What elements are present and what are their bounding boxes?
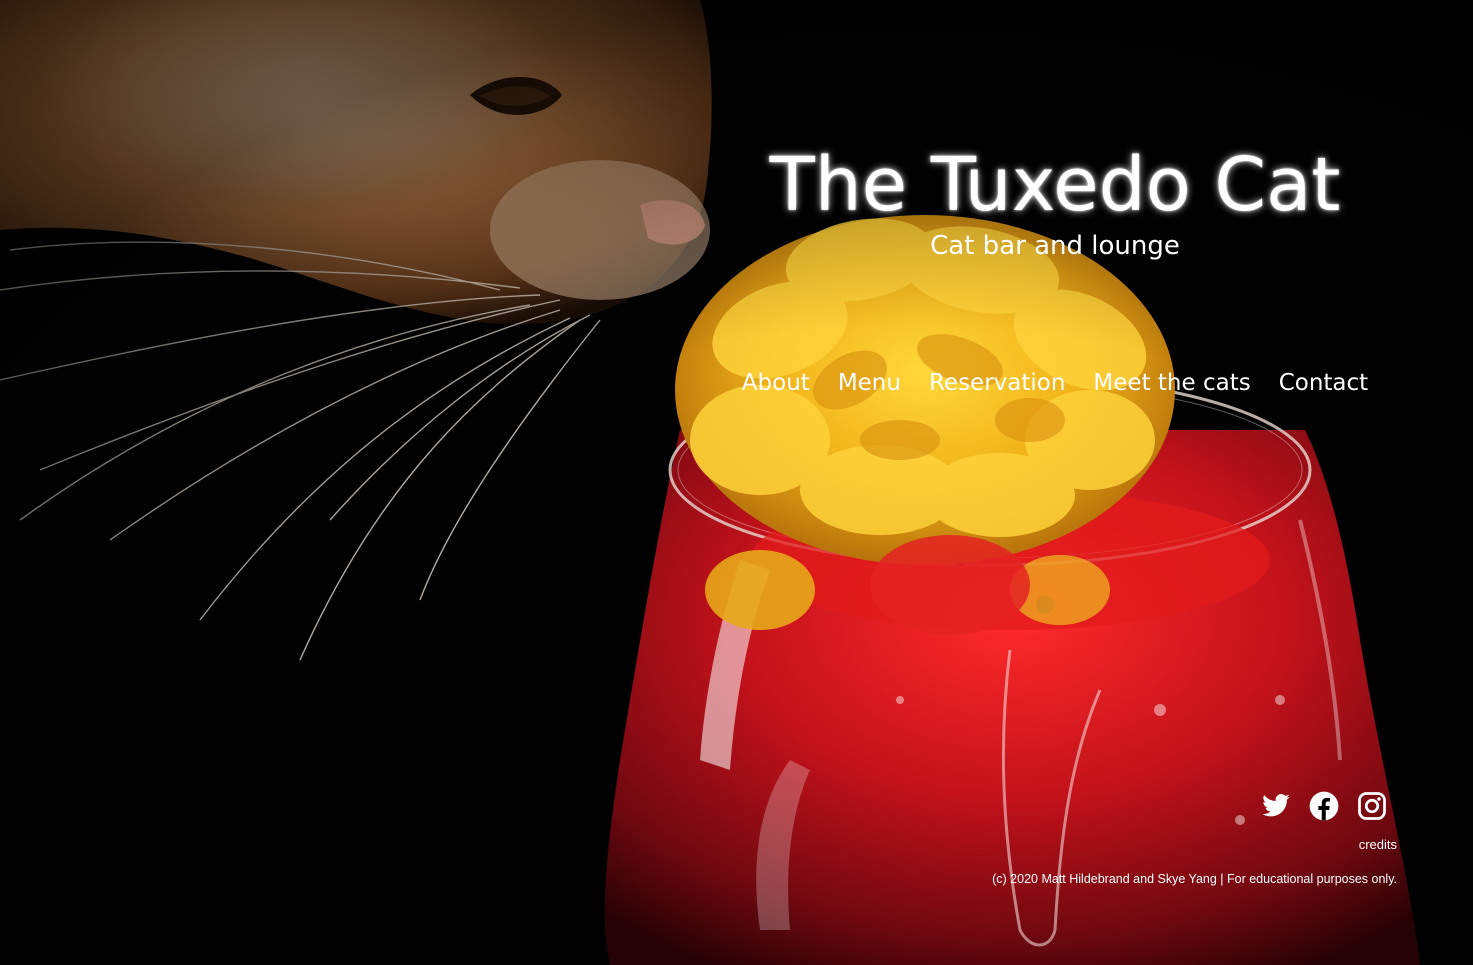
facebook-icon[interactable] — [1309, 791, 1339, 821]
facebook-icon-glyph — [1309, 791, 1339, 821]
nav-link-menu[interactable]: Menu — [838, 366, 901, 400]
site-title: The Tuxedo Cat — [769, 142, 1341, 228]
copyright-text: (c) 2020 Matt Hildebrand and Skye Yang |… — [992, 872, 1397, 886]
nav-link-reservation[interactable]: Reservation — [929, 366, 1065, 400]
main-nav: About Menu Reservation Meet the cats Con… — [740, 366, 1370, 400]
instagram-icon-glyph — [1358, 792, 1386, 820]
social-links — [1261, 791, 1387, 821]
nav-link-contact[interactable]: Contact — [1279, 366, 1368, 400]
site-tagline: Cat bar and lounge — [930, 231, 1180, 261]
credits-link[interactable]: credits — [1359, 836, 1397, 854]
nav-link-meet-the-cats[interactable]: Meet the cats — [1093, 366, 1250, 400]
instagram-icon[interactable] — [1357, 791, 1387, 821]
twitter-icon-glyph — [1262, 794, 1290, 817]
nav-link-about[interactable]: About — [742, 366, 810, 400]
twitter-icon[interactable] — [1261, 791, 1291, 821]
page: The Tuxedo Cat Cat bar and lounge About … — [0, 0, 1473, 965]
